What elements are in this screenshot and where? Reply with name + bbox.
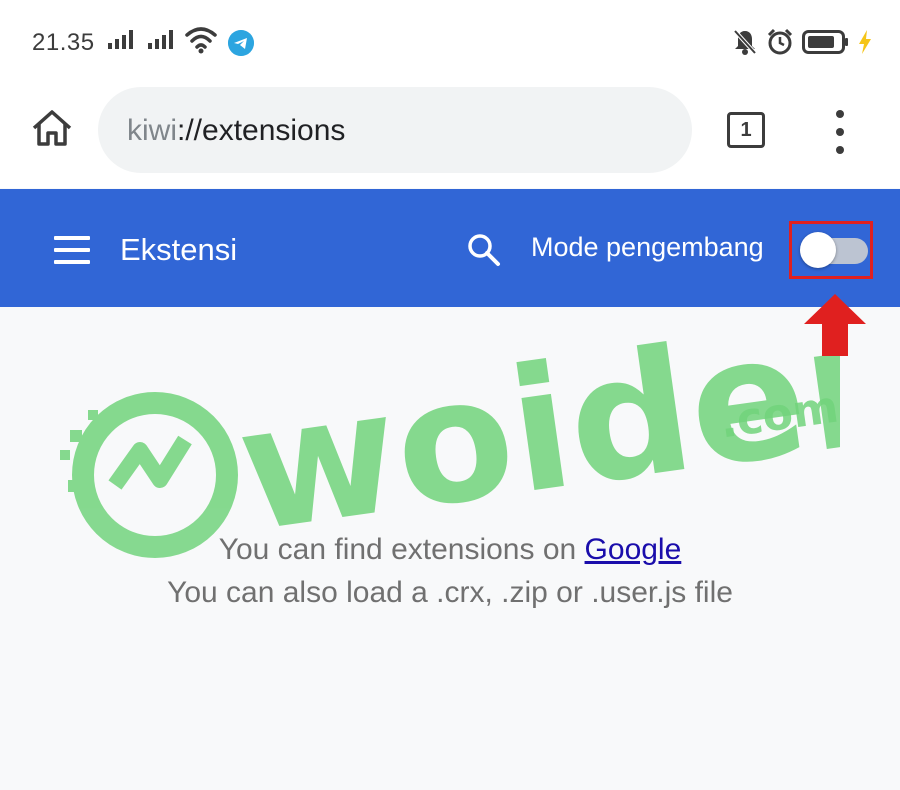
url-path: ://extensions bbox=[177, 114, 346, 147]
load-file-line: You can also load a .crx, .zip or .user.… bbox=[167, 576, 733, 609]
status-time: 21.35 bbox=[32, 29, 95, 56]
overflow-menu-icon[interactable] bbox=[828, 110, 852, 154]
wifi-icon bbox=[185, 27, 217, 54]
search-icon[interactable] bbox=[466, 232, 502, 268]
url-text: kiwi://extensions bbox=[127, 114, 345, 148]
signal-icon bbox=[148, 30, 173, 49]
developer-mode-label: Mode pengembang bbox=[531, 232, 764, 262]
menu-icon[interactable] bbox=[54, 236, 90, 264]
charging-icon bbox=[859, 30, 871, 54]
telegram-icon bbox=[228, 30, 254, 56]
battery-icon bbox=[802, 30, 848, 54]
url-scheme: kiwi bbox=[127, 114, 177, 147]
page-title: Ekstensi bbox=[120, 232, 238, 267]
empty-state-message: You can find extensions on Google You ca… bbox=[0, 528, 900, 614]
signal-icon bbox=[108, 30, 133, 49]
status-right-icons bbox=[732, 28, 872, 56]
find-extensions-line: You can find extensions on Google bbox=[0, 528, 900, 571]
url-field[interactable]: kiwi://extensions bbox=[98, 87, 692, 173]
tab-switcher-button[interactable]: 1 bbox=[727, 112, 765, 148]
browser-address-bar: kiwi://extensions 1 bbox=[0, 82, 900, 188]
alarm-icon bbox=[767, 28, 793, 55]
find-extensions-text: You can find extensions on bbox=[218, 533, 577, 566]
annotation-arrow-icon bbox=[804, 294, 866, 356]
developer-mode-toggle-knob[interactable] bbox=[800, 232, 836, 268]
status-bar: 21.35 bbox=[0, 0, 900, 82]
home-icon[interactable] bbox=[28, 104, 76, 152]
extensions-toolbar: Ekstensi Mode pengembang bbox=[0, 189, 900, 307]
muted-notification-icon bbox=[733, 29, 757, 55]
google-link[interactable]: Google bbox=[585, 533, 682, 566]
watermark-logo: woiden .com bbox=[60, 300, 840, 560]
